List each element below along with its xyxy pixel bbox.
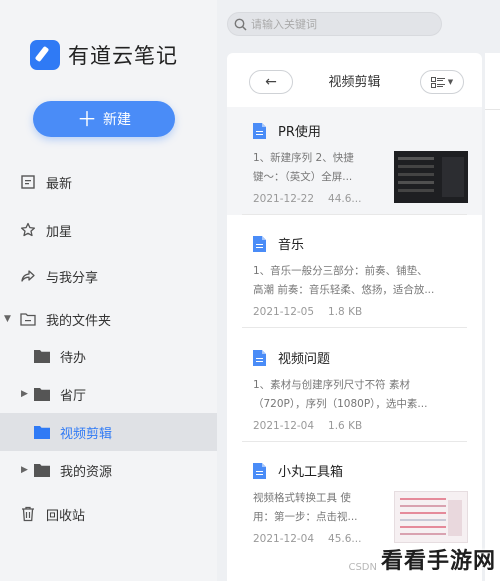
new-note-button[interactable]: ＋ 新建 (33, 101, 175, 137)
recent-icon (20, 174, 36, 190)
document-icon (253, 349, 266, 366)
note-size: 44.6... (328, 193, 362, 205)
note-meta: 2021-12-04 45.6... (253, 533, 361, 545)
new-note-label: 新建 (103, 112, 131, 128)
star-icon (20, 222, 36, 238)
note-title-text: PR使用 (278, 125, 321, 140)
folder-title: 视频剪辑 (328, 74, 381, 90)
note-title: PR使用 (253, 121, 321, 140)
document-icon (253, 462, 266, 479)
search-icon (234, 18, 247, 31)
note-snippet: 1、新建序列 2、快捷 键～：（英文）全屏... (253, 149, 354, 187)
note-date: 2021-12-04 (253, 533, 315, 545)
divider (485, 109, 500, 110)
search-input[interactable] (251, 17, 431, 31)
caret-right-icon[interactable]: ▶ (21, 389, 28, 399)
sidebar-item-starred[interactable]: 加星 (0, 211, 217, 249)
note-thumbnail (394, 151, 468, 203)
note-item[interactable]: 小丸工具箱 视频格式转换工具 使 用：第一步：点击视... 2021-12-04… (227, 447, 482, 555)
note-date: 2021-12-04 (253, 420, 315, 432)
divider (242, 327, 467, 328)
editor-edge (485, 53, 500, 581)
sidebar-item-label: 我的文件夹 (46, 313, 112, 329)
app-name: 有道云笔记 (68, 44, 178, 68)
back-button[interactable]: ← (249, 70, 293, 94)
note-item[interactable]: 视频问题 1、素材与创建序列尺寸不符 素材 （720P），序列（1080P），选… (227, 334, 482, 442)
divider (242, 214, 467, 215)
note-snippet-line: 1、音乐一般分三部分：前奏、铺垫、 (253, 265, 428, 277)
note-title-text: 小丸工具箱 (278, 465, 344, 480)
watermark-csdn: CSDN (348, 562, 377, 573)
caret-down-icon[interactable]: ▼ (4, 314, 11, 324)
note-size: 1.8 KB (328, 306, 363, 318)
sidebar: 有道云笔记 ＋ 新建 最新 加星 与我分享 ▼ 我的文件夹 待办 ▶ 省厅 视频… (0, 0, 217, 581)
document-icon (253, 235, 266, 252)
sidebar-item-label: 加星 (46, 224, 73, 240)
note-item[interactable]: 音乐 1、音乐一般分三部分：前奏、铺垫、 高潮 前奏：音乐轻柔、悠扬，适合放..… (227, 220, 482, 328)
note-meta: 2021-12-04 1.6 KB (253, 420, 362, 432)
note-snippet: 视频格式转换工具 使 用：第一步：点击视... (253, 489, 358, 527)
sidebar-item-label: 待办 (60, 350, 87, 366)
main-area: ← 视频剪辑 ▼ PR使用 1、新建序列 2、快捷 键～：（英文）全屏... 2… (217, 0, 500, 581)
view-mode-button[interactable]: ▼ (420, 70, 464, 94)
note-snippet: 1、素材与创建序列尺寸不符 素材 （720P），序列（1080P），选中素... (253, 376, 427, 414)
list-view-icon (430, 76, 445, 88)
caret-right-icon[interactable]: ▶ (21, 465, 28, 475)
sidebar-item-label: 与我分享 (46, 270, 99, 286)
sidebar-item-recent[interactable]: 最新 (0, 163, 217, 201)
share-icon (20, 268, 36, 284)
app-logo: 有道云笔记 (30, 40, 178, 70)
sidebar-item-trash[interactable]: 回收站 (0, 495, 217, 533)
note-snippet-line: 用：第一步：点击视... (253, 511, 358, 523)
sidebar-item-my-folders[interactable]: ▼ 我的文件夹 (0, 300, 217, 338)
note-meta: 2021-12-22 44.6... (253, 193, 361, 205)
note-item[interactable]: PR使用 1、新建序列 2、快捷 键～：（英文）全屏... 2021-12-22… (227, 107, 482, 215)
sidebar-item-label: 最新 (46, 176, 73, 192)
divider (242, 441, 467, 442)
sidebar-item-video-editing[interactable]: 视频剪辑 (0, 413, 217, 451)
document-icon (253, 122, 266, 139)
note-snippet-line: 1、素材与创建序列尺寸不符 素材 (253, 379, 411, 391)
note-list-panel: ← 视频剪辑 ▼ PR使用 1、新建序列 2、快捷 键～：（英文）全屏... 2… (227, 53, 482, 581)
note-snippet-line: （720P），序列（1080P），选中素... (253, 398, 428, 410)
sidebar-item-label: 回收站 (46, 508, 86, 524)
folder-outline-icon (20, 311, 36, 327)
folder-icon (34, 348, 50, 364)
note-title: 小丸工具箱 (253, 461, 343, 480)
sidebar-item-todo[interactable]: 待办 (0, 337, 217, 375)
folder-icon (34, 424, 50, 440)
trash-icon (20, 506, 36, 522)
sidebar-item-label: 我的资源 (60, 464, 113, 480)
folder-icon (34, 386, 50, 402)
sidebar-item-label: 省厅 (60, 388, 87, 404)
note-date: 2021-12-05 (253, 306, 315, 318)
youdao-note-logo-icon (30, 40, 60, 70)
note-title-text: 视频问题 (278, 352, 331, 367)
sidebar-item-label: 视频剪辑 (60, 426, 113, 442)
folder-icon (34, 462, 50, 478)
note-snippet-line: 键～：（英文）全屏... (253, 171, 353, 183)
sidebar-item-provincial[interactable]: ▶ 省厅 (0, 375, 217, 413)
plus-icon: ＋ (77, 107, 97, 131)
note-thumbnail (394, 491, 468, 543)
note-title: 视频问题 (253, 348, 330, 367)
note-list-header: ← 视频剪辑 ▼ (227, 53, 482, 107)
note-snippet: 1、音乐一般分三部分：前奏、铺垫、 高潮 前奏：音乐轻柔、悠扬，适合放... (253, 262, 434, 300)
note-snippet-line: 视频格式转换工具 使 (253, 492, 351, 504)
note-meta: 2021-12-05 1.8 KB (253, 306, 362, 318)
caret-down-icon: ▼ (447, 78, 454, 86)
sidebar-item-shared[interactable]: 与我分享 (0, 257, 217, 295)
arrow-left-icon: ← (265, 74, 277, 90)
note-title-text: 音乐 (278, 238, 305, 253)
watermark-text: 看看手游网 (380, 549, 496, 574)
sidebar-item-my-resources[interactable]: ▶ 我的资源 (0, 451, 217, 489)
note-snippet-line: 1、新建序列 2、快捷 (253, 152, 354, 164)
search-bar[interactable] (227, 12, 442, 36)
watermark: CSDN 看看手游网 (348, 543, 496, 575)
note-snippet-line: 高潮 前奏：音乐轻柔、悠扬，适合放... (253, 284, 435, 296)
note-title: 音乐 (253, 234, 304, 253)
note-size: 1.6 KB (328, 420, 363, 432)
note-date: 2021-12-22 (253, 193, 315, 205)
